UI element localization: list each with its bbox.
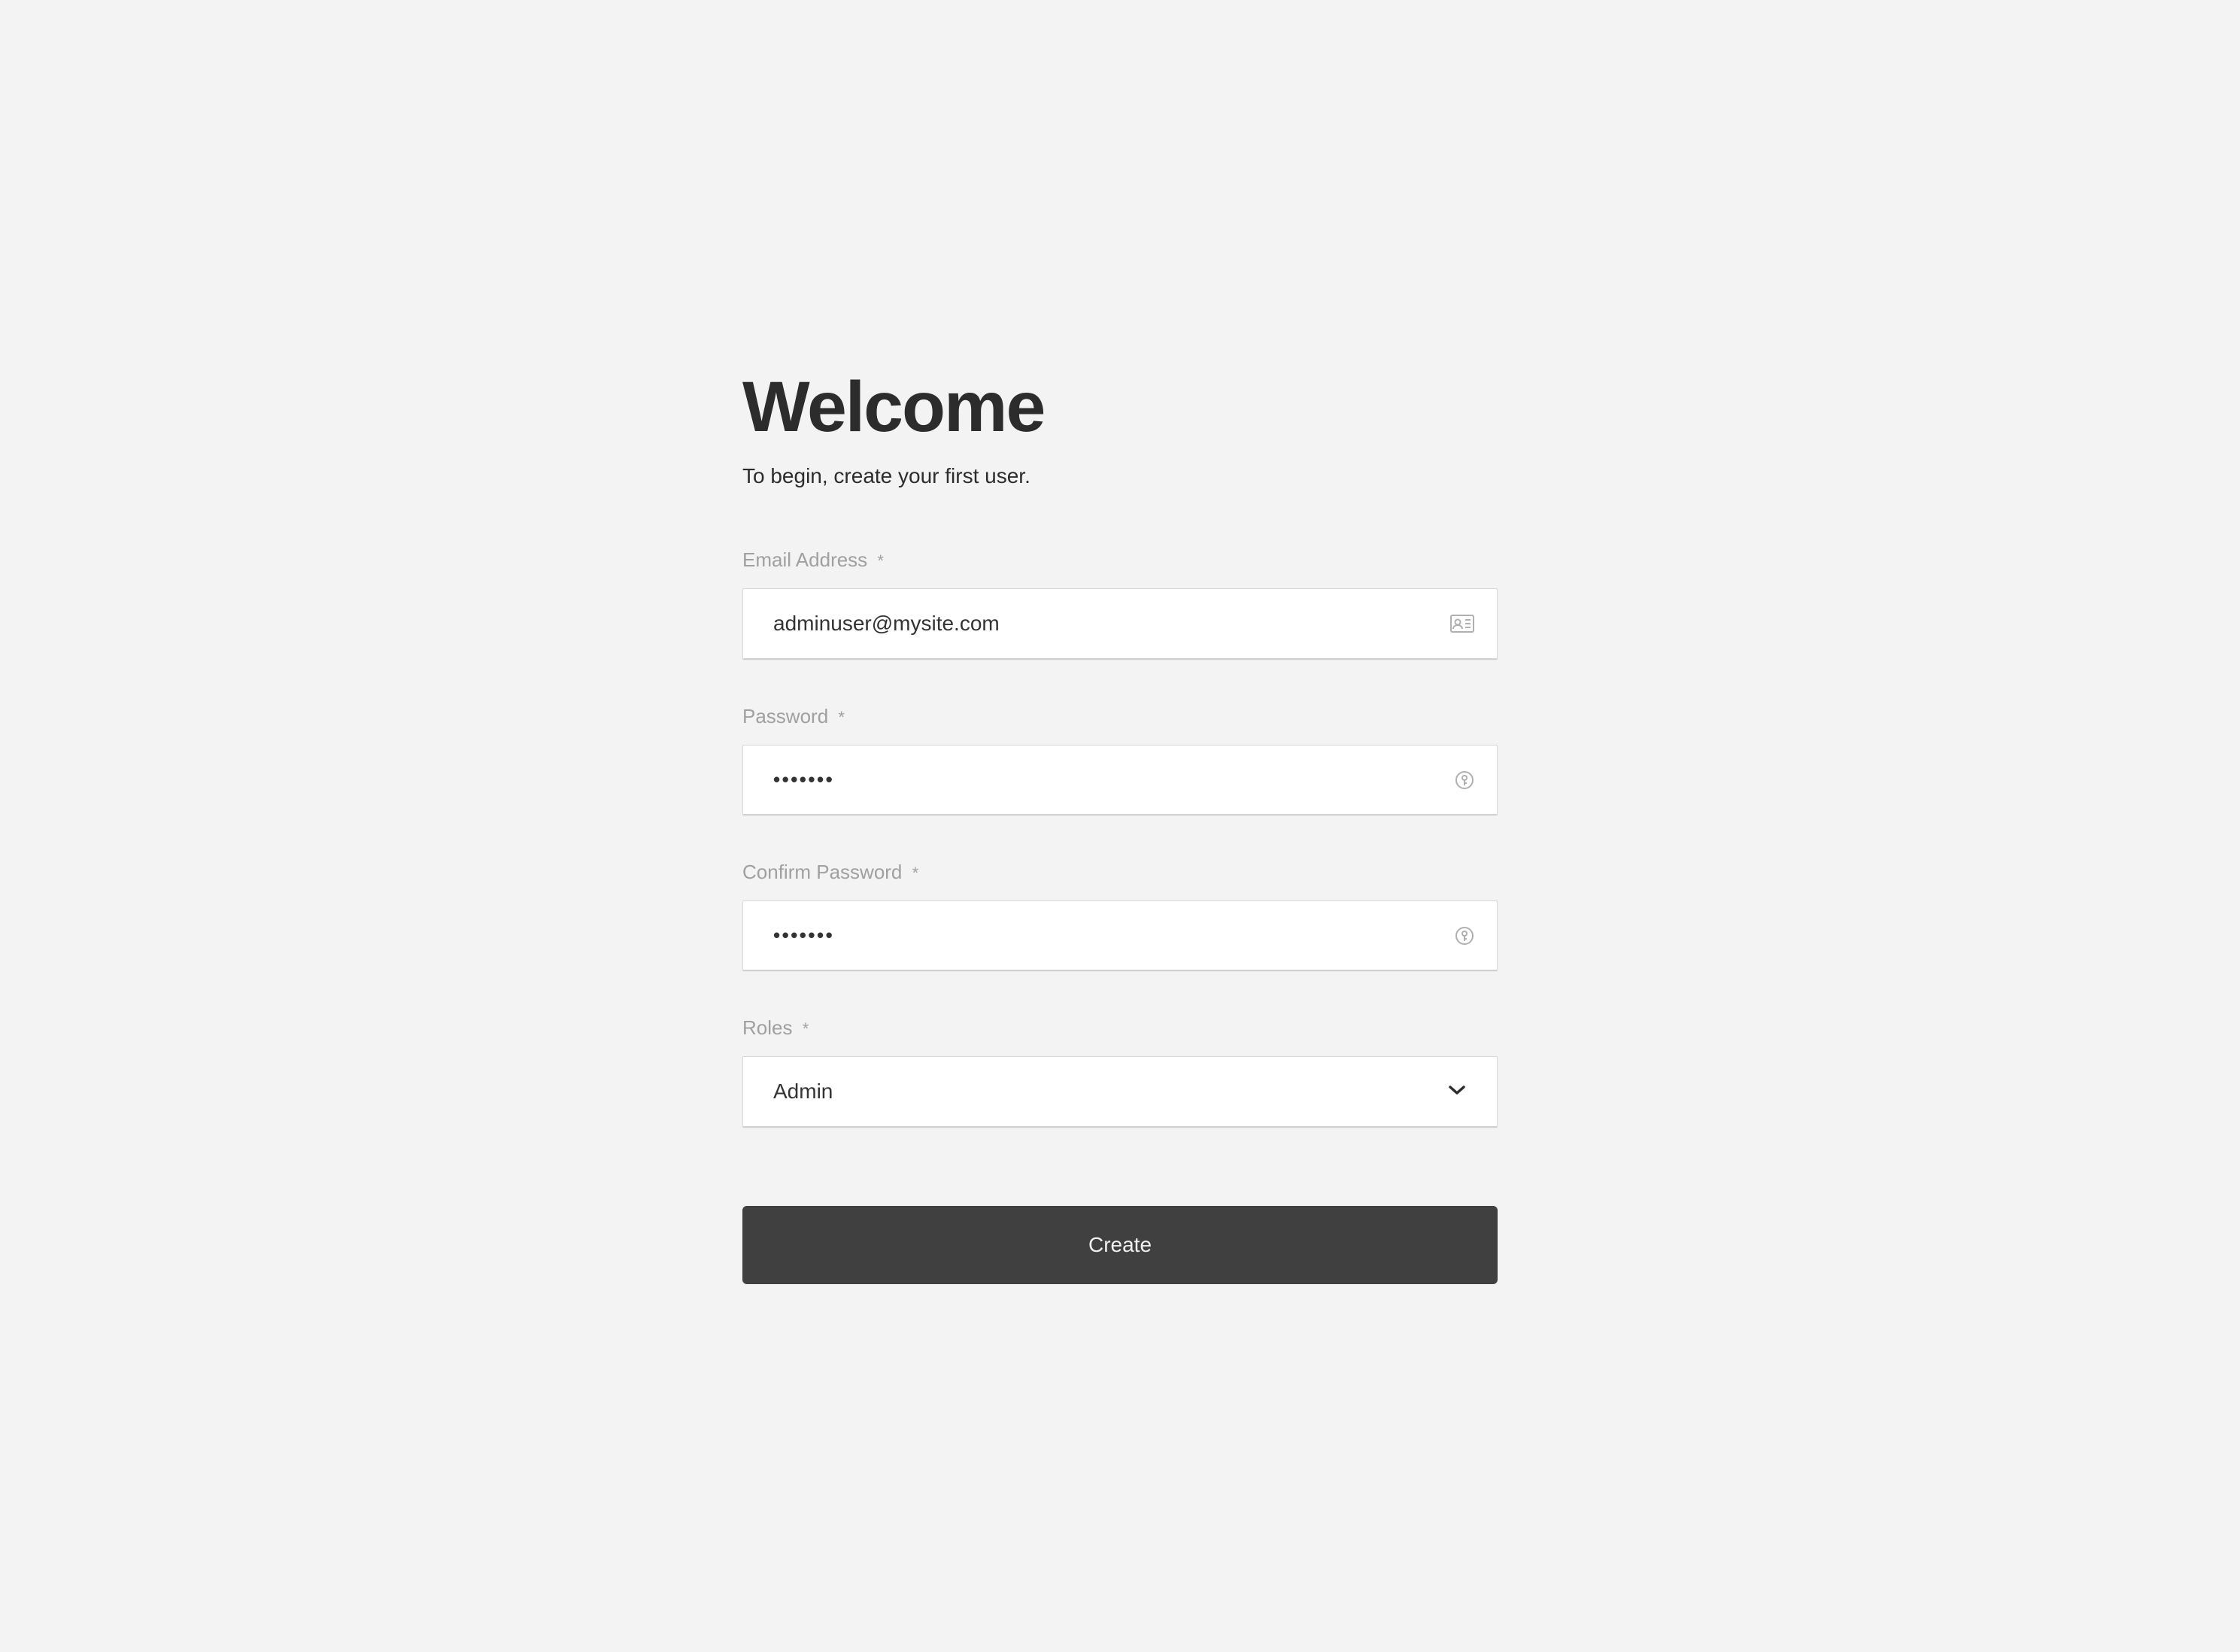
confirm-password-label: Confirm Password * <box>742 861 1498 884</box>
email-required-mark: * <box>877 551 884 570</box>
page-title: Welcome <box>742 368 1498 447</box>
password-field-group: Password * ••••••• <box>742 705 1498 815</box>
confirm-password-label-text: Confirm Password <box>742 861 902 883</box>
page-subtitle: To begin, create your first user. <box>742 464 1498 488</box>
roles-select[interactable]: Admin <box>742 1056 1498 1128</box>
email-input[interactable] <box>743 589 1450 658</box>
roles-label-text: Roles <box>742 1016 792 1039</box>
create-user-form: Welcome To begin, create your first user… <box>742 368 1498 1285</box>
confirm-password-key-icon[interactable] <box>1455 926 1474 946</box>
roles-field-group: Roles * Admin <box>742 1016 1498 1128</box>
confirm-password-field-group: Confirm Password * ••••••• <box>742 861 1498 971</box>
confirm-password-input-wrapper[interactable]: ••••••• <box>742 900 1498 971</box>
email-label-text: Email Address <box>742 548 867 571</box>
confirm-password-required-mark: * <box>912 864 919 882</box>
email-input-wrapper[interactable] <box>742 588 1498 660</box>
confirm-password-input[interactable]: ••••••• <box>743 901 1455 970</box>
password-label: Password * <box>742 705 1498 728</box>
roles-selected-value: Admin <box>743 1057 1449 1126</box>
roles-required-mark: * <box>803 1019 809 1038</box>
password-input[interactable]: ••••••• <box>743 746 1455 814</box>
password-label-text: Password <box>742 705 828 727</box>
contact-card-icon <box>1450 615 1474 633</box>
email-label: Email Address * <box>742 548 1498 572</box>
password-key-icon[interactable] <box>1455 770 1474 790</box>
password-input-wrapper[interactable]: ••••••• <box>742 745 1498 815</box>
roles-label: Roles * <box>742 1016 1498 1040</box>
create-button[interactable]: Create <box>742 1206 1498 1284</box>
email-field-group: Email Address * <box>742 548 1498 660</box>
password-required-mark: * <box>838 708 845 727</box>
chevron-down-icon <box>1449 1085 1465 1099</box>
